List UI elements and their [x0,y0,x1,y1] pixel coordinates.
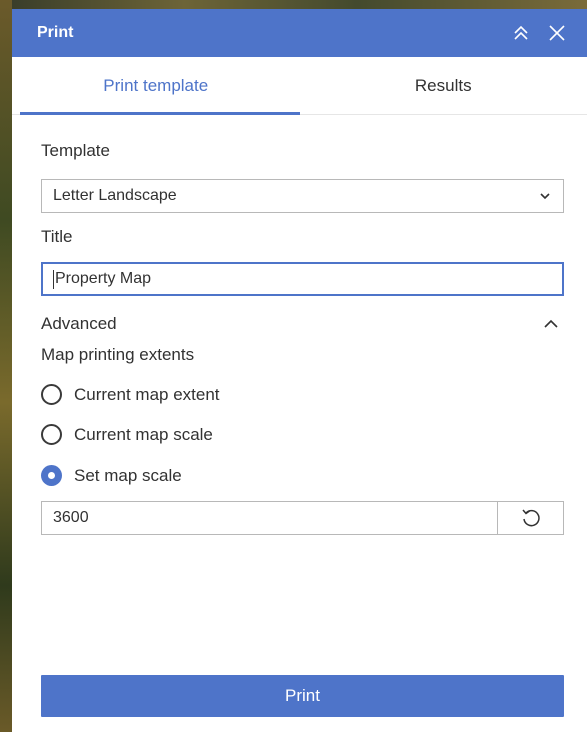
radio-button[interactable] [41,424,62,445]
map-scale-value: 3600 [53,509,89,526]
map-background-edge [0,0,12,732]
map-scale-input[interactable]: 3600 [42,502,497,534]
header-actions [509,21,569,45]
template-label: Template [41,141,110,160]
map-scale-field: 3600 [41,501,564,535]
radio-current-map-extent[interactable]: Current map extent [41,384,220,405]
radio-label: Current map scale [74,424,213,444]
advanced-toggle[interactable]: Advanced [41,311,564,337]
double-chevron-up-icon [514,25,528,40]
chevron-down-icon [540,193,550,200]
reset-icon [521,509,540,527]
template-select[interactable]: Letter Landscape [41,179,564,213]
panel-title: Print [37,24,74,41]
panel-header: Print [12,9,587,57]
close-button[interactable] [545,21,569,45]
radio-label: Current map extent [74,384,220,404]
tab-results[interactable]: Results [300,57,587,114]
radio-set-map-scale[interactable]: Set map scale [41,465,182,486]
collapse-button[interactable] [509,21,533,45]
tab-print-template[interactable]: Print template [12,57,300,115]
template-select-value: Letter Landscape [53,187,177,204]
radio-current-map-scale[interactable]: Current map scale [41,424,213,445]
title-input-value: Property Map [55,270,152,287]
map-background-top [12,0,587,9]
radio-label: Set map scale [74,465,182,485]
text-caret [53,269,54,289]
title-input[interactable]: Property Map [41,262,564,296]
radio-button-checked[interactable] [41,465,62,486]
print-button[interactable]: Print [41,675,564,717]
tab-label: Results [414,75,472,95]
title-label: Title [41,227,73,246]
advanced-label: Advanced [41,314,117,333]
chevron-up-icon [544,319,558,328]
extents-label: Map printing extents [41,345,195,364]
reset-scale-button[interactable] [497,502,563,534]
tab-bar: Print template Results [12,57,587,115]
radio-button[interactable] [41,384,62,405]
tab-label: Print template [103,75,209,95]
print-panel: Print Print template Results Template Le… [12,9,587,732]
close-icon [549,25,565,41]
